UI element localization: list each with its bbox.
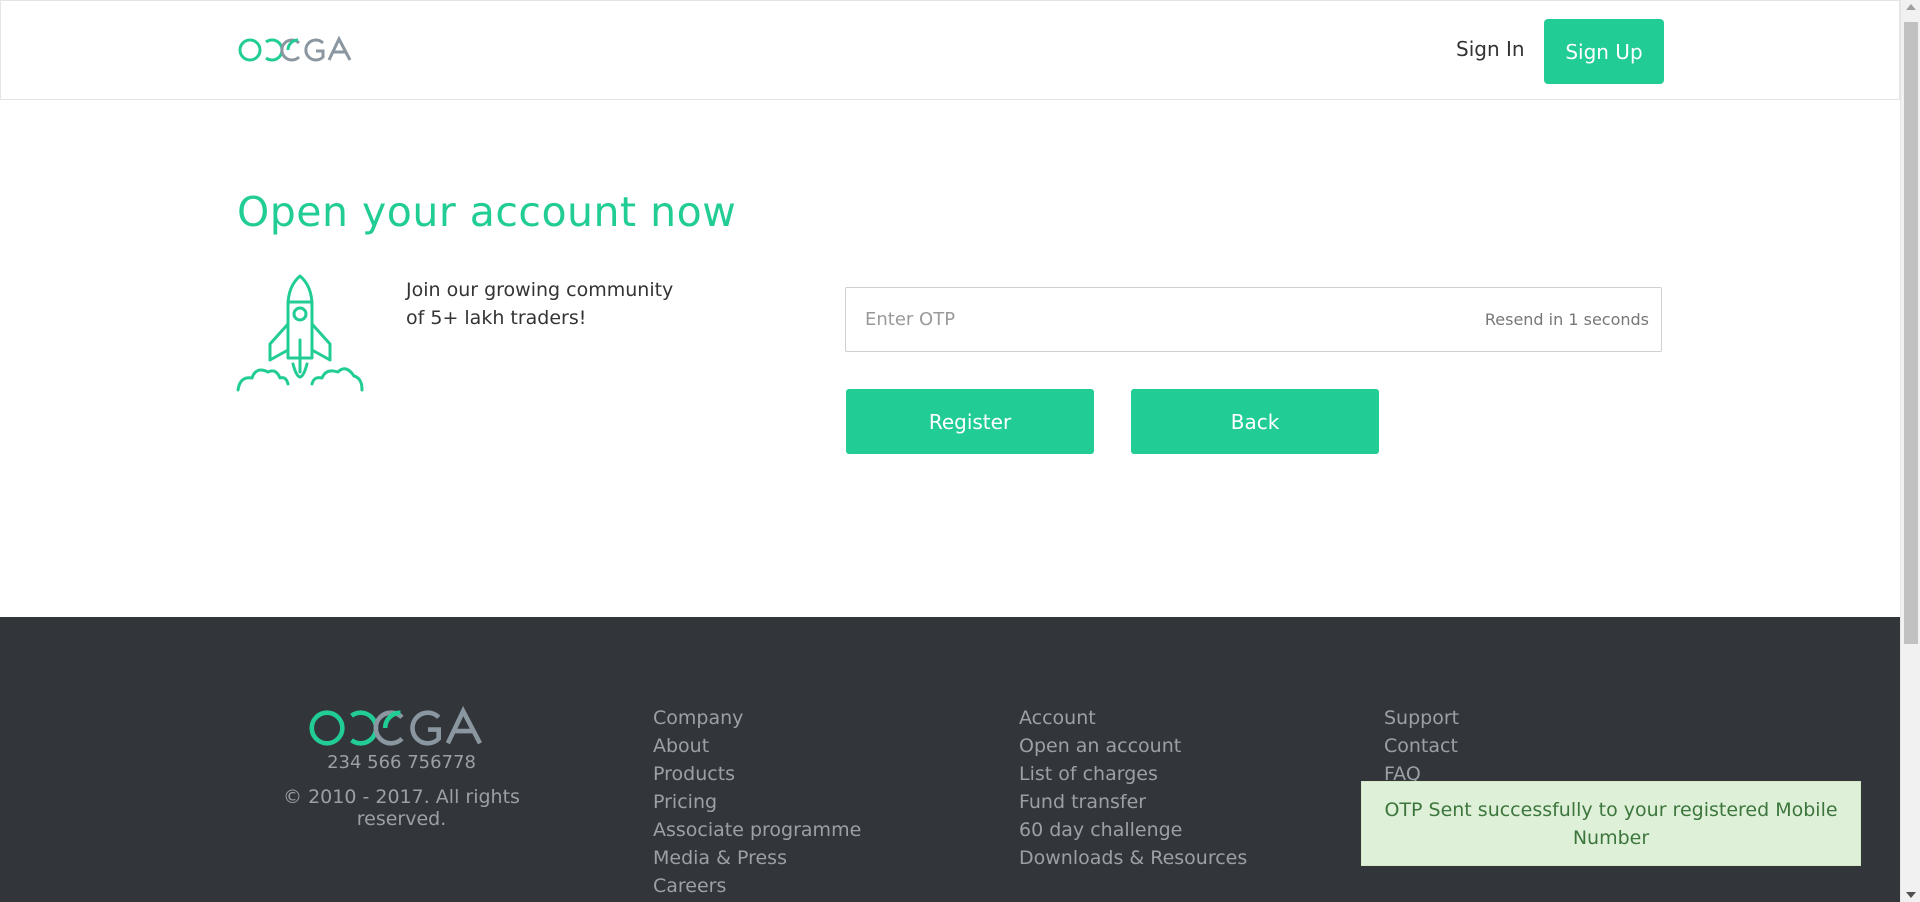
footer-link-contact[interactable]: Contact [1384, 732, 1459, 760]
footer-link-associate-programme[interactable]: Associate programme [653, 816, 861, 844]
footer-link-careers[interactable]: Careers [653, 872, 861, 900]
register-button[interactable]: Register [846, 389, 1094, 454]
scroll-up-arrow-icon[interactable] [1906, 4, 1916, 10]
footer-link-downloads-resources[interactable]: Downloads & Resources [1019, 844, 1247, 872]
footer-heading-company[interactable]: Company [653, 704, 861, 732]
page-title: Open your account now [237, 188, 737, 236]
footer-heading-account[interactable]: Account [1019, 704, 1247, 732]
footer-column-company: Company About Products Pricing Associate… [653, 704, 861, 900]
rocket-icon [236, 274, 364, 392]
scroll-down-arrow-icon[interactable] [1906, 892, 1916, 898]
footer-link-pricing[interactable]: Pricing [653, 788, 861, 816]
footer-phone: 234 566 756778 [327, 752, 476, 773]
footer-heading-support[interactable]: Support [1384, 704, 1459, 732]
footer-copyright: © 2010 - 2017. All rights reserved. [283, 786, 520, 830]
footer-omega-logo [240, 702, 563, 752]
footer-link-about[interactable]: About [653, 732, 861, 760]
otp-sent-toast: OTP Sent successfully to your registered… [1361, 781, 1861, 866]
omega-logo[interactable] [237, 33, 361, 67]
top-navbar: Sign In Sign Up [0, 0, 1900, 100]
footer-column-support: Support Contact FAQ [1384, 704, 1459, 788]
community-text: Join our growing community of 5+ lakh tr… [406, 276, 696, 332]
footer-link-fund-transfer[interactable]: Fund transfer [1019, 788, 1247, 816]
footer-link-open-account[interactable]: Open an account [1019, 732, 1247, 760]
footer-brand: 234 566 756778 © 2010 - 2017. All rights… [240, 702, 563, 830]
footer-link-media-press[interactable]: Media & Press [653, 844, 861, 872]
sign-up-button[interactable]: Sign Up [1544, 19, 1664, 84]
footer-column-account: Account Open an account List of charges … [1019, 704, 1247, 872]
footer-link-products[interactable]: Products [653, 760, 861, 788]
footer-link-60-day-challenge[interactable]: 60 day challenge [1019, 816, 1247, 844]
sign-in-link[interactable]: Sign In [1456, 37, 1525, 61]
community-line-2: of 5+ lakh traders! [406, 307, 587, 329]
otp-field: Resend in 1 seconds [845, 287, 1662, 352]
otp-input[interactable] [846, 288, 1485, 351]
scrollbar-thumb[interactable] [1904, 22, 1918, 644]
resend-otp-countdown[interactable]: Resend in 1 seconds [1485, 310, 1661, 329]
page-scrollbar[interactable] [1900, 0, 1920, 902]
footer-link-list-of-charges[interactable]: List of charges [1019, 760, 1247, 788]
back-button[interactable]: Back [1131, 389, 1379, 454]
community-line-1: Join our growing community [406, 279, 674, 301]
